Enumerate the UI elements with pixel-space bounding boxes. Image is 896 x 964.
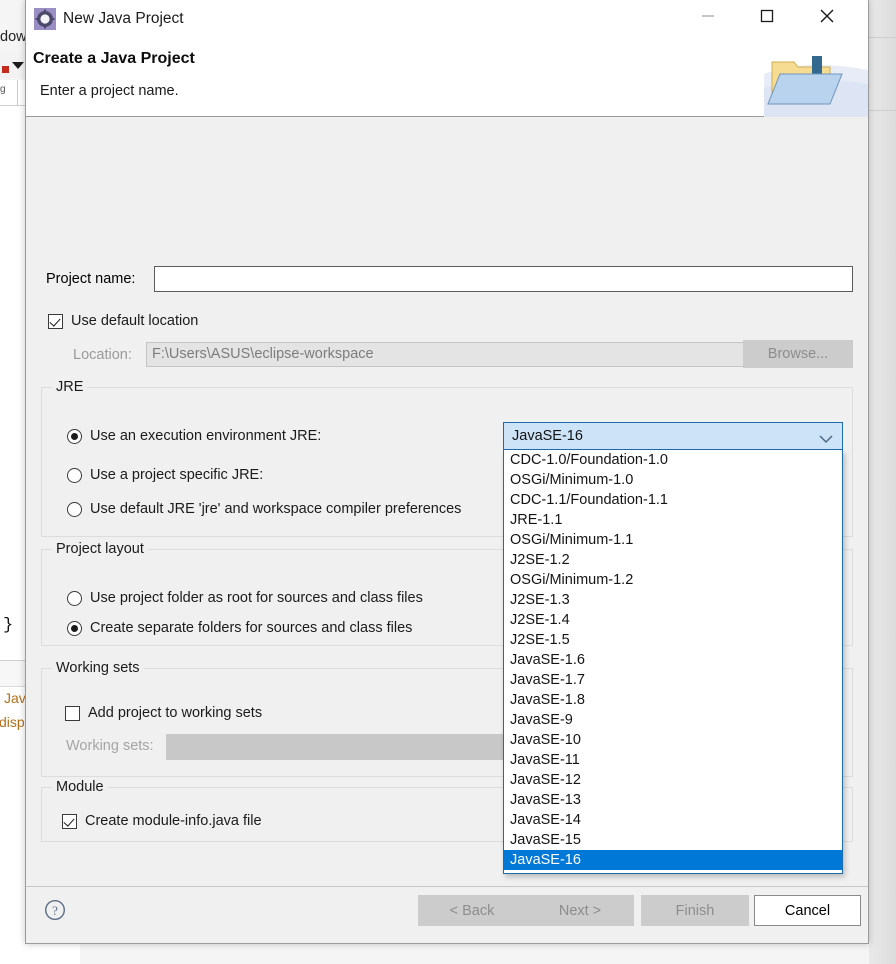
background-right-divider-2: [869, 110, 896, 111]
dropdown-option[interactable]: JavaSE-14: [504, 810, 842, 830]
radio-icon: [67, 428, 82, 444]
jre-group-title: JRE: [52, 379, 88, 395]
dropdown-option[interactable]: J2SE-1.2: [504, 550, 842, 570]
dropdown-option[interactable]: JavaSE-12: [504, 770, 842, 790]
browse-button: Browse...: [743, 340, 853, 368]
radio-icon: [67, 620, 82, 636]
dropdown-option[interactable]: JavaSE-10: [504, 730, 842, 750]
background-error-marker-icon: [2, 66, 9, 73]
dropdown-option[interactable]: JavaSE-16: [504, 850, 842, 870]
radio-use-project-specific-jre[interactable]: Use a project specific JRE:: [67, 467, 263, 483]
checkbox-add-project-to-working-sets[interactable]: Add project to working sets: [65, 705, 262, 721]
background-toolbar-dropdown-arrow-icon[interactable]: [12, 62, 24, 69]
next-button: Next >: [526, 895, 634, 926]
radio-label: Use a project specific JRE:: [90, 467, 264, 483]
radio-icon: [67, 590, 82, 606]
dropdown-option[interactable]: OSGi/Minimum-1.0: [504, 470, 842, 490]
dropdown-option[interactable]: J2SE-1.5: [504, 630, 842, 650]
checkbox-create-module-info[interactable]: Create module-info.java file: [62, 813, 262, 829]
dropdown-option[interactable]: OSGi/Minimum-1.1: [504, 530, 842, 550]
dialog-footer: ? < Back Next > Finish Cancel: [26, 886, 868, 943]
background-lower-text-java: Jav: [4, 690, 26, 706]
dropdown-option[interactable]: JavaSE-13: [504, 790, 842, 810]
background-editor-tab-label[interactable]: g: [0, 84, 16, 95]
dialog-title: New Java Project: [63, 10, 184, 27]
project-name-input[interactable]: [154, 266, 853, 292]
dropdown-option[interactable]: JavaSE-15: [504, 830, 842, 850]
cancel-button[interactable]: Cancel: [754, 895, 861, 926]
combo-selected-value: JavaSE-16: [512, 428, 583, 444]
dropdown-option[interactable]: JavaSE-11: [504, 750, 842, 770]
background-right-panel: [869, 0, 896, 964]
background-tab-divider: [17, 80, 18, 106]
checkbox-label: Add project to working sets: [88, 705, 263, 721]
radio-label: Use default JRE 'jre' and workspace comp…: [90, 501, 462, 517]
dropdown-option[interactable]: JavaSE-1.7: [504, 670, 842, 690]
dropdown-option[interactable]: CDC-1.0/Foundation-1.0: [504, 450, 842, 470]
dropdown-option[interactable]: JavaSE-1.6: [504, 650, 842, 670]
new-java-project-dialog: New Java Project Create a Java Project E…: [25, 0, 869, 944]
location-label: Location:: [73, 347, 132, 363]
dropdown-option[interactable]: JavaSE-1.8: [504, 690, 842, 710]
checkbox-icon: [62, 813, 77, 829]
chevron-down-icon: [819, 432, 833, 448]
page-description: Enter a project name.: [40, 83, 179, 99]
module-group-title: Module: [52, 779, 108, 795]
java-project-folder-icon: [764, 40, 868, 117]
use-default-location-checkbox[interactable]: Use default location: [48, 313, 198, 329]
radio-use-execution-environment-jre[interactable]: Use an execution environment JRE:: [67, 428, 321, 444]
location-input: F:\Users\ASUS\eclipse-workspace: [146, 342, 747, 367]
background-editor-code-brace: }: [3, 616, 14, 635]
radio-icon: [67, 467, 82, 483]
close-icon[interactable]: [804, 0, 850, 32]
radio-label: Use an execution environment JRE:: [90, 428, 322, 444]
dialog-header: Create a Java Project Enter a project na…: [26, 40, 868, 117]
background-right-divider-1: [869, 37, 896, 38]
use-default-location-label: Use default location: [71, 313, 199, 329]
dropdown-option[interactable]: J2SE-1.3: [504, 590, 842, 610]
radio-use-project-folder-as-root[interactable]: Use project folder as root for sources a…: [67, 590, 423, 606]
background-lower-text-display: disp: [0, 714, 25, 730]
back-button: < Back: [418, 895, 526, 926]
radio-label: Use project folder as root for sources a…: [90, 590, 423, 606]
radio-create-separate-folders[interactable]: Create separate folders for sources and …: [67, 620, 412, 636]
jre-combo-dropdown-list[interactable]: CDC-1.0/Foundation-1.0 OSGi/Minimum-1.0 CD…: [503, 450, 843, 874]
minimize-icon[interactable]: [685, 0, 731, 32]
jre-execution-environment-combo[interactable]: JavaSE-16: [503, 422, 843, 450]
project-name-label: Project name:: [46, 271, 136, 287]
radio-label: Create separate folders for sources and …: [90, 620, 413, 636]
radio-use-default-jre[interactable]: Use default JRE 'jre' and workspace comp…: [67, 501, 461, 517]
gear-icon: [34, 8, 56, 30]
working-sets-field-label: Working sets:: [66, 738, 154, 754]
dialog-body: Project name: Use default location Locat…: [26, 117, 868, 886]
help-icon[interactable]: ?: [44, 899, 66, 925]
radio-icon: [67, 501, 82, 517]
dropdown-option[interactable]: J2SE-1.4: [504, 610, 842, 630]
svg-text:?: ?: [52, 903, 58, 918]
checkbox-icon: [65, 705, 80, 721]
maximize-icon[interactable]: [744, 0, 790, 32]
dropdown-option[interactable]: CDC-1.1/Foundation-1.1: [504, 490, 842, 510]
dialog-titlebar: New Java Project: [26, 0, 868, 40]
dropdown-option[interactable]: JRE-1.1: [504, 510, 842, 530]
checkbox-icon: [48, 313, 63, 329]
page-title: Create a Java Project: [33, 50, 195, 67]
checkbox-label: Create module-info.java file: [85, 813, 262, 829]
project-layout-group-title: Project layout: [52, 541, 148, 557]
dropdown-option[interactable]: JavaSE-9: [504, 710, 842, 730]
dropdown-option[interactable]: OSGi/Minimum-1.2: [504, 570, 842, 590]
finish-button: Finish: [641, 895, 749, 926]
working-sets-group-title: Working sets: [52, 660, 144, 676]
